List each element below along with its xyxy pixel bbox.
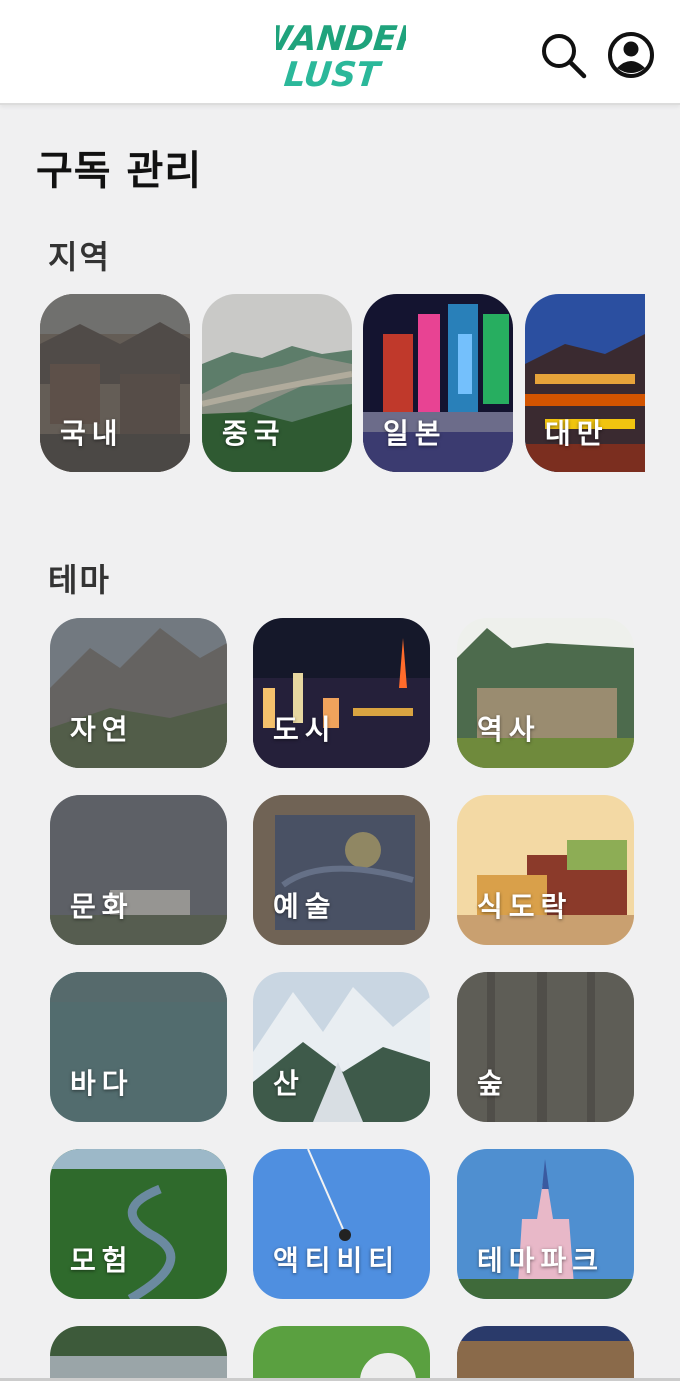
- theme-tile-nature[interactable]: 자연: [50, 618, 227, 768]
- theme-tile-partial-2[interactable]: [253, 1326, 430, 1381]
- theme-section-heading: 테마: [48, 561, 111, 599]
- region-label: 일본: [383, 417, 447, 450]
- theme-label: 테마파크: [477, 1244, 605, 1277]
- region-tile-taiwan[interactable]: 대만: [525, 294, 645, 472]
- theme-tile-adventure[interactable]: 모험: [50, 1149, 227, 1299]
- theme-label: 숲: [477, 1067, 509, 1100]
- theme-label: 산: [273, 1067, 305, 1100]
- theme-label: 모험: [70, 1244, 134, 1277]
- partial-image-2: [253, 1326, 430, 1381]
- wanderlust-logo[interactable]: WANDER LUST: [276, 16, 406, 92]
- theme-tile-activity[interactable]: 액티비티: [253, 1149, 430, 1299]
- region-section-heading: 지역: [48, 238, 111, 276]
- region-label: 국내: [60, 417, 124, 450]
- app-header: WANDER LUST: [0, 0, 680, 105]
- region-tile-japan[interactable]: 일본: [363, 294, 513, 472]
- theme-tile-sea[interactable]: 바다: [50, 972, 227, 1122]
- theme-label: 도시: [273, 713, 337, 746]
- theme-label: 액티비티: [273, 1244, 401, 1277]
- region-label: 중국: [222, 417, 286, 450]
- theme-tile-art[interactable]: 예술: [253, 795, 430, 945]
- partial-image-1: [50, 1326, 227, 1381]
- logo-text-top: WANDER: [276, 19, 406, 59]
- theme-tile-culture[interactable]: 문화: [50, 795, 227, 945]
- theme-label: 바다: [70, 1067, 134, 1100]
- page-title: 구독 관리: [36, 148, 203, 194]
- theme-tile-city[interactable]: 도시: [253, 618, 430, 768]
- region-tile-domestic[interactable]: 국내: [40, 294, 190, 472]
- logo-text-bottom: LUST: [282, 55, 384, 92]
- theme-label: 역사: [477, 713, 541, 746]
- theme-tile-themepark[interactable]: 테마파크: [457, 1149, 634, 1299]
- theme-label: 문화: [70, 890, 134, 923]
- theme-label: 자연: [70, 713, 134, 746]
- theme-tile-partial-3[interactable]: [457, 1326, 634, 1381]
- theme-tile-history[interactable]: 역사: [457, 618, 634, 768]
- theme-label: 식도락: [477, 890, 573, 923]
- region-tile-china[interactable]: 중국: [202, 294, 352, 472]
- partial-image-3: [457, 1326, 634, 1381]
- theme-tile-forest[interactable]: 숲: [457, 972, 634, 1122]
- theme-label: 예술: [273, 890, 337, 923]
- profile-icon[interactable]: [606, 30, 656, 80]
- theme-tile-partial-1[interactable]: [50, 1326, 227, 1381]
- theme-tile-food[interactable]: 식도락: [457, 795, 634, 945]
- search-icon[interactable]: [538, 30, 588, 80]
- region-label: 대만: [545, 417, 609, 450]
- theme-tile-mountain[interactable]: 산: [253, 972, 430, 1122]
